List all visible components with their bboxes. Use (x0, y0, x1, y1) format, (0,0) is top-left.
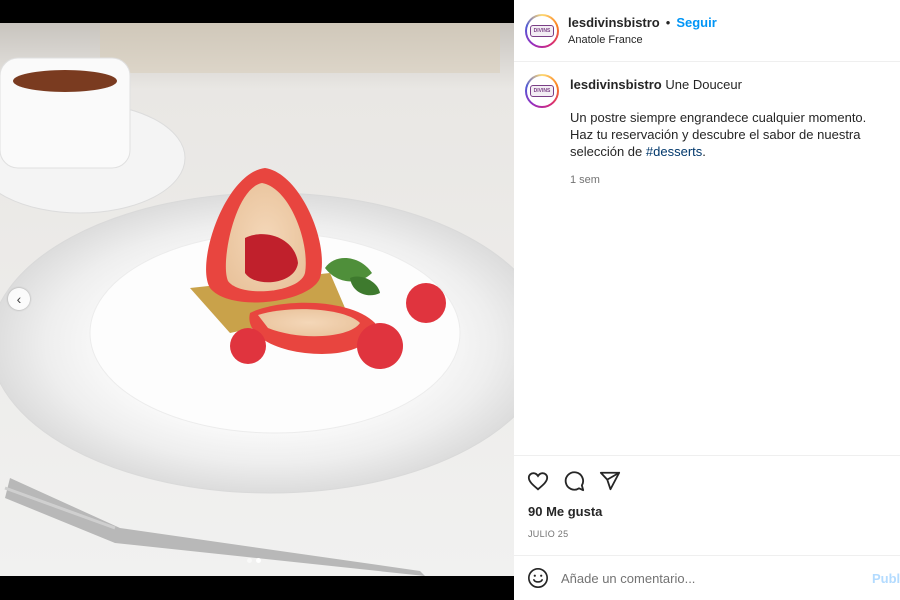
dessert-photo (0, 23, 514, 576)
chevron-left-icon: ‹ (16, 291, 22, 307)
smiley-icon (528, 568, 548, 588)
caption-body: lesdivinsbistro Une Douceur Un postre si… (570, 74, 889, 189)
carousel-indicator (247, 558, 261, 563)
caption-title: Une Douceur (665, 77, 742, 92)
post-header: DIVINS lesdivinsbistro • Seguir Anatole … (514, 0, 900, 62)
emoji-button[interactable] (527, 567, 549, 589)
comment-bar: Publicar (514, 555, 900, 600)
caption-text: Un postre siempre engrandece cualquier m… (570, 109, 889, 160)
caption-avatar[interactable]: DIVINS (525, 74, 559, 108)
location-link[interactable]: Anatole France (568, 34, 717, 46)
header-line: lesdivinsbistro • Seguir (568, 15, 717, 30)
carousel-prev-button[interactable]: ‹ (8, 288, 30, 310)
username-link[interactable]: lesdivinsbistro (568, 15, 660, 30)
brand-logo: DIVINS (530, 85, 554, 97)
separator-dot: • (665, 15, 671, 30)
like-button[interactable] (527, 470, 549, 492)
avatar-image: DIVINS (527, 76, 557, 106)
header-text: lesdivinsbistro • Seguir Anatole France (568, 15, 717, 46)
likes-count[interactable]: 90 Me gusta (514, 504, 900, 519)
hashtag-link[interactable]: #desserts (646, 144, 702, 159)
actions-area: 90 Me gusta JULIO 25 (514, 455, 900, 539)
caption-timestamp[interactable]: 1 sem (570, 172, 889, 189)
publish-button[interactable]: Publicar (872, 571, 900, 586)
post-date: JULIO 25 (528, 529, 569, 539)
share-button[interactable] (599, 470, 621, 492)
avatar-image: DIVINS (527, 15, 557, 46)
post-media: ‹ (0, 0, 514, 600)
caption-username-link[interactable]: lesdivinsbistro (570, 77, 662, 92)
post-panel: DIVINS lesdivinsbistro • Seguir Anatole … (514, 0, 900, 600)
brand-logo: DIVINS (530, 24, 554, 37)
paper-plane-icon (599, 471, 621, 491)
comment-icon (564, 471, 585, 492)
caption-first-line: lesdivinsbistro Une Douceur (570, 76, 889, 93)
action-icons (514, 456, 900, 494)
carousel-dot-active (256, 558, 261, 563)
carousel-dot (247, 558, 252, 563)
comment-input[interactable] (561, 570, 851, 586)
comment-button[interactable] (563, 470, 585, 492)
avatar[interactable]: DIVINS (525, 13, 559, 48)
caption: DIVINS lesdivinsbistro Une Douceur Un po… (514, 62, 900, 189)
follow-button[interactable]: Seguir (676, 15, 716, 30)
caption-trailing: . (702, 144, 706, 159)
heart-icon (527, 472, 549, 491)
caption-text-body: Un postre siempre engrandece cualquier m… (570, 110, 867, 159)
